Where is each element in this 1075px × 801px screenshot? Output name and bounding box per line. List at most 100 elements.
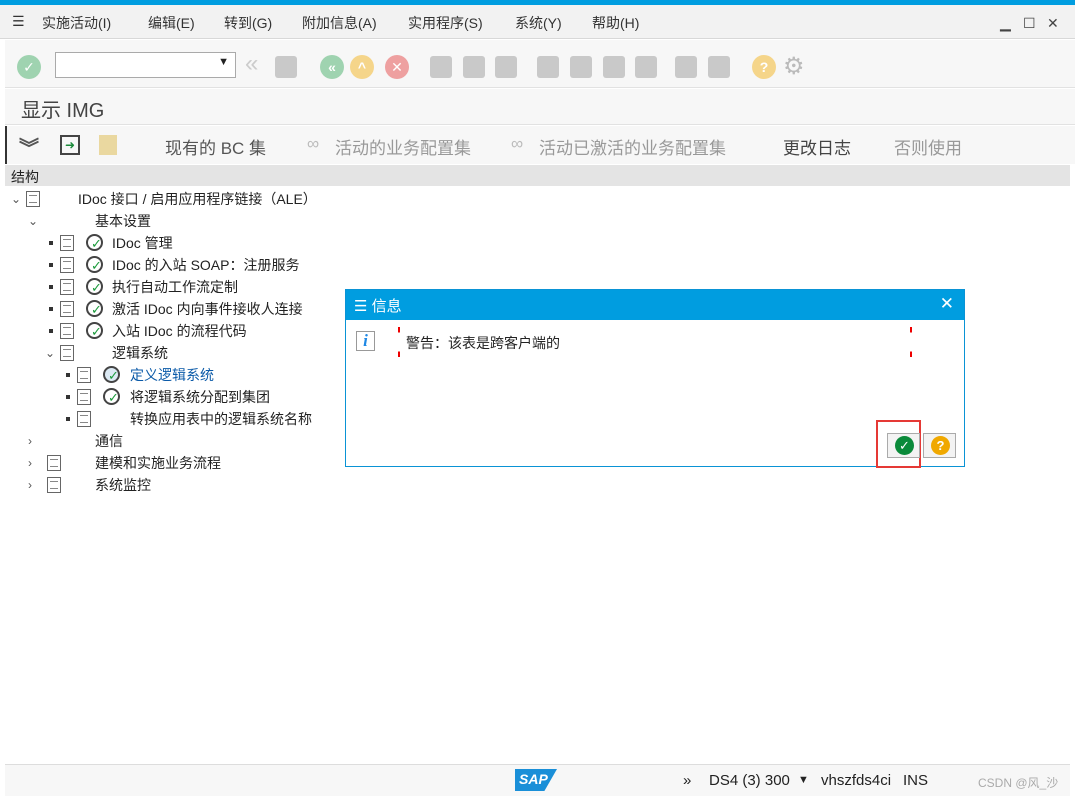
tree-node-label[interactable]: 定义逻辑系统 [130, 364, 214, 386]
tree-node[interactable]: IDoc 管理 [0, 232, 600, 255]
bullet-icon [49, 241, 53, 245]
tree-node-label[interactable]: 系统监控 [95, 474, 151, 496]
documentation-icon[interactable] [47, 455, 61, 471]
menu-edit[interactable]: 编辑(E) [148, 13, 195, 33]
menu-help[interactable]: 帮助(H) [592, 13, 639, 33]
tree-node[interactable]: ⌄ IDoc 接口 / 启用应用程序链接（ALE） [0, 188, 600, 210]
minimize-button[interactable]: ▁ [1000, 15, 1011, 32]
system-info[interactable]: DS4 (3) 300 [709, 772, 790, 789]
documentation-icon[interactable] [77, 367, 91, 383]
bullet-icon [49, 307, 53, 311]
status-bar: SAP » DS4 (3) 300 ▼ vhszfds4ci INS CSDN … [5, 764, 1070, 796]
server-name: vhszfds4ci [821, 772, 892, 789]
change-log-button[interactable]: 更改日志 [783, 134, 851, 159]
menu-system[interactable]: 系统(Y) [515, 13, 562, 33]
dialog-close-button[interactable]: ✕ [940, 294, 954, 314]
tree-node-label[interactable]: 入站 IDoc 的流程代码 [112, 320, 247, 342]
back-icon[interactable]: « [320, 55, 344, 79]
active-bc-sets-button[interactable]: 活动的业务配置集 [335, 134, 471, 159]
documentation-icon[interactable] [60, 345, 74, 361]
expander-icon[interactable]: › [28, 452, 32, 474]
execute-activity-icon[interactable] [103, 387, 120, 409]
tree-node[interactable]: ⌄ 基本设置 [0, 210, 600, 232]
bullet-icon [49, 285, 53, 289]
print-icon [430, 56, 452, 78]
execute-activity-icon[interactable] [86, 277, 103, 299]
documentation-icon[interactable] [60, 323, 74, 339]
menu-utilities[interactable]: 实用程序(S) [408, 13, 483, 33]
execute-activity-icon[interactable] [86, 299, 103, 321]
tree-node-label[interactable]: 逻辑系统 [112, 342, 168, 364]
tree-node-label[interactable]: 基本设置 [95, 210, 151, 232]
chevron-down-icon[interactable]: ▼ [218, 56, 229, 68]
title-bar: 显示 IMG [5, 89, 1075, 125]
activated-bc-sets-button[interactable]: 活动已激活的业务配置集 [539, 134, 726, 159]
help-button[interactable]: ? [923, 433, 956, 458]
dialog-header: ☰ 信息 ✕ [346, 290, 964, 320]
documentation-icon[interactable] [47, 477, 61, 493]
execute-activity-icon[interactable] [103, 365, 120, 387]
execute-activity-icon[interactable] [86, 321, 103, 343]
menu-icon[interactable]: ☰ [12, 13, 25, 30]
gear-icon[interactable]: ⚙ [783, 52, 805, 81]
status-expand-button[interactable]: » [683, 772, 691, 789]
tree-node-label[interactable]: 转换应用表中的逻辑系统名称 [130, 408, 312, 430]
standard-toolbar: ✓ ▼ « « ^ ✕ ? ⚙ [5, 40, 1075, 88]
command-field[interactable]: ▼ [55, 52, 236, 78]
tree-node[interactable]: › 系统监控 [0, 474, 600, 496]
enter-check-icon[interactable]: ✓ [17, 55, 41, 79]
insert-mode[interactable]: INS [903, 772, 928, 789]
close-button[interactable]: ✕ [1047, 15, 1059, 32]
chevron-down-icon[interactable]: ▼ [798, 774, 809, 786]
otherwise-use-button[interactable]: 否则使用 [894, 134, 962, 159]
help-icon[interactable]: ? [752, 55, 776, 79]
execute-icon[interactable]: ➜ [60, 135, 80, 155]
expander-icon[interactable]: ⌄ [11, 188, 21, 210]
tree-node[interactable]: IDoc 的入站 SOAP：注册服务 [0, 254, 600, 277]
info-dialog: ☰ 信息 ✕ i 警告：该表是跨客户端的 ✓ ? [345, 289, 965, 468]
documentation-icon[interactable] [60, 279, 74, 295]
documentation-icon[interactable] [26, 191, 40, 207]
menu-extras[interactable]: 附加信息(A) [302, 13, 377, 33]
expander-icon[interactable]: › [28, 430, 32, 452]
tree-node-label[interactable]: 建模和实施业务流程 [95, 452, 221, 474]
documentation-icon[interactable] [60, 257, 74, 273]
dialog-menu-icon[interactable]: ☰ [354, 298, 367, 315]
tree-node-label[interactable]: IDoc 的入站 SOAP：注册服务 [112, 254, 299, 276]
tree-node-label[interactable]: IDoc 接口 / 启用应用程序链接（ALE） [78, 188, 317, 210]
message-field: 警告：该表是跨客户端的 [398, 327, 912, 357]
expand-all-icon[interactable]: ︾ [19, 132, 39, 161]
expander-icon[interactable]: ⌄ [28, 210, 38, 232]
exit-icon[interactable]: ^ [350, 55, 374, 79]
tree-node-label[interactable]: 通信 [95, 430, 123, 452]
execute-activity-icon[interactable] [86, 233, 103, 255]
bullet-icon [49, 329, 53, 333]
documentation-icon[interactable] [77, 411, 91, 427]
expander-icon[interactable]: ⌄ [45, 342, 55, 364]
maximize-button[interactable]: ☐ [1023, 15, 1036, 32]
expander-icon[interactable]: › [28, 474, 32, 496]
tree-node-label[interactable]: 执行自动工作流定制 [112, 276, 238, 298]
dialog-message: 警告：该表是跨客户端的 [406, 335, 560, 351]
find-next-icon [495, 56, 517, 78]
execute-activity-icon[interactable] [86, 255, 103, 277]
copy-icon[interactable] [99, 135, 117, 155]
ok-button[interactable]: ✓ [887, 433, 920, 458]
cancel-icon[interactable]: ✕ [385, 55, 409, 79]
check-icon: ✓ [895, 436, 914, 455]
back-double-icon: « [245, 50, 259, 77]
menu-goto[interactable]: 转到(G) [224, 13, 272, 33]
question-icon: ? [931, 436, 950, 455]
application-toolbar: ︾ ➜ 现有的 BC 集 ∞ 活动的业务配置集 ∞ 活动已激活的业务配置集 更改… [5, 126, 1075, 164]
menu-activities[interactable]: 实施活动(I) [42, 13, 111, 33]
tree-node-label[interactable]: IDoc 管理 [112, 232, 173, 254]
find-icon [463, 56, 485, 78]
tree-node-label[interactable]: 将逻辑系统分配到集团 [130, 386, 270, 408]
first-page-icon [537, 56, 559, 78]
documentation-icon[interactable] [77, 389, 91, 405]
prev-page-icon [570, 56, 592, 78]
documentation-icon[interactable] [60, 235, 74, 251]
existing-bc-sets-button[interactable]: 现有的 BC 集 [165, 134, 266, 159]
documentation-icon[interactable] [60, 301, 74, 317]
tree-node-label[interactable]: 激活 IDoc 内向事件接收人连接 [112, 298, 303, 320]
